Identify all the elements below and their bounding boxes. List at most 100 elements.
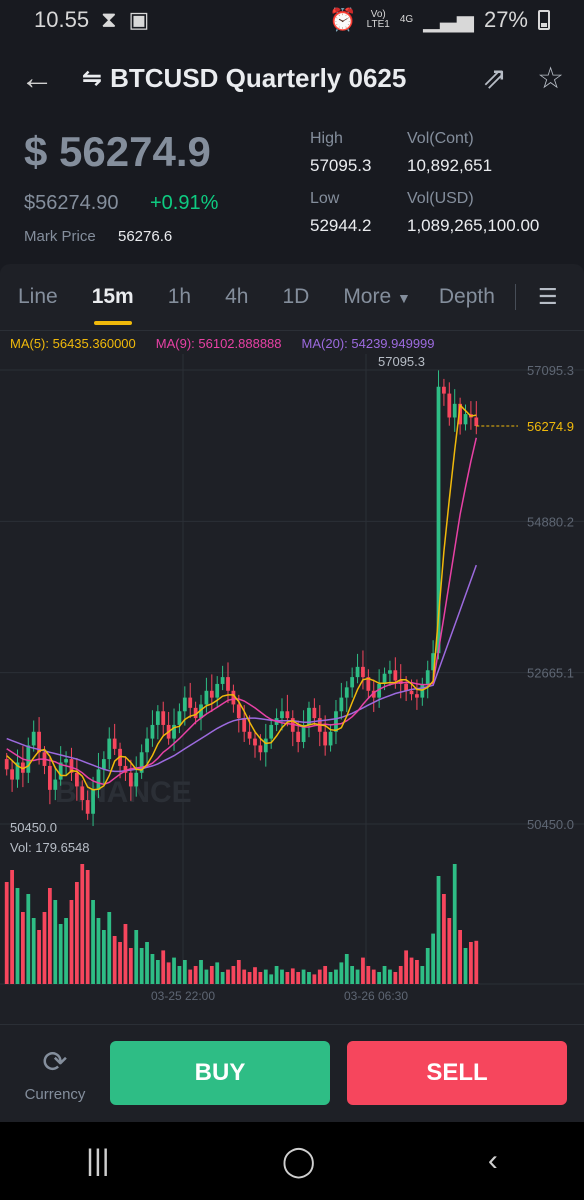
candle-body	[350, 677, 355, 688]
candle-body	[328, 731, 333, 746]
ma20-label: MA(20): 54239.949999	[301, 336, 435, 351]
candle-body	[312, 707, 317, 719]
candle-body	[134, 772, 139, 787]
volume-bar	[398, 966, 403, 984]
candle-body	[47, 765, 52, 790]
volume-bar	[258, 972, 263, 984]
volume-bar	[377, 972, 382, 984]
tab-more[interactable]: More ▼	[343, 285, 411, 309]
volume-bar	[393, 972, 398, 984]
volume-bar	[242, 969, 247, 984]
status-bar: 10.55 ⧗ ▣ ⏰ Vo) LTE1 4G ▁▃▅ 27%	[0, 0, 584, 40]
candle-body	[209, 690, 214, 698]
back-icon[interactable]: ‹	[488, 1144, 498, 1178]
candle-body	[258, 745, 263, 753]
candle-body	[361, 666, 365, 678]
volume-bar	[474, 940, 479, 984]
ma5-line	[6, 403, 477, 791]
candle-body	[31, 731, 36, 746]
last-price-usd: $56274.90	[24, 192, 119, 214]
volume-bar	[469, 942, 473, 984]
tab-1d[interactable]: 1D	[282, 285, 309, 309]
sliders-icon[interactable]: ☰	[538, 284, 558, 310]
volume-bar	[236, 960, 241, 984]
volume-bar	[161, 950, 166, 984]
candle-body	[409, 690, 414, 695]
high-price-label: 57095.3	[378, 354, 425, 369]
data-type-indicator: 4G	[399, 14, 414, 25]
volume-bar	[80, 864, 85, 984]
candle-body	[447, 393, 452, 418]
volume-bar	[139, 948, 144, 984]
tab-1h[interactable]: 1h	[168, 285, 191, 309]
high-value: 57095.3	[310, 156, 372, 175]
buy-button[interactable]: BUY	[110, 1041, 330, 1105]
low-price-label: 50450.0	[10, 820, 57, 835]
candle-body	[155, 711, 160, 725]
volume-bar	[199, 960, 203, 984]
share-icon[interactable]: ⇗	[482, 61, 507, 96]
currency-button[interactable]: ⟳ Currency	[22, 1045, 88, 1103]
volume-bar	[463, 948, 468, 984]
volume-bar	[64, 918, 68, 984]
volume-bar	[134, 930, 139, 984]
volume-bar	[145, 942, 149, 984]
volume-bar	[382, 966, 387, 984]
volume-bar	[328, 972, 333, 984]
signal-icon: ▁▃▅	[423, 7, 474, 32]
y-tick-label: 50450.0	[527, 817, 574, 832]
tab-4h[interactable]: 4h	[225, 285, 248, 309]
candle-body	[4, 759, 9, 770]
candle-body	[161, 711, 166, 725]
candle-body	[85, 800, 90, 814]
back-arrow-icon[interactable]: ←	[20, 59, 60, 98]
ma9-line	[6, 437, 478, 786]
mark-price-value: 56276.6	[118, 228, 173, 245]
home-icon[interactable]: ◯	[282, 1144, 316, 1179]
vol-usd-value: 1,089,265,100.00	[407, 216, 540, 235]
recent-apps-icon[interactable]: |||	[86, 1144, 109, 1178]
tab-divider	[514, 284, 516, 310]
volume-bar	[204, 969, 209, 984]
chart-panel: Line 15m 1h 4h 1D More ▼ Depth ☰ MA(5): …	[0, 264, 584, 1024]
tab-15m[interactable]: 15m	[92, 285, 134, 325]
volume-bar	[350, 966, 355, 984]
candle-body	[112, 738, 117, 749]
candle-body	[91, 789, 95, 814]
volume-bar	[177, 966, 182, 984]
volume-bar	[366, 966, 371, 984]
volume-bar	[112, 936, 117, 984]
battery-icon	[538, 10, 550, 30]
volume-bar	[317, 969, 322, 984]
candle-body	[242, 718, 247, 732]
candle-body	[247, 731, 252, 739]
sell-button[interactable]: SELL	[347, 1041, 567, 1105]
volume-bar	[15, 888, 20, 984]
currency-exchange-icon: ⟳	[42, 1046, 68, 1079]
volume-bar	[420, 966, 425, 984]
volume-bar	[274, 966, 279, 984]
pair-selector[interactable]: ⇋ BTCUSD Quarterly 0625	[82, 63, 406, 94]
candle-body	[323, 731, 328, 746]
candle-body	[80, 786, 85, 801]
volume-bar	[85, 870, 90, 984]
header: ← ⇋ BTCUSD Quarterly 0625 ⇗ ☆	[0, 48, 584, 108]
candlestick-chart[interactable]: BINANCE57095.354880.252665.150450.057095…	[0, 354, 584, 1024]
candle-body	[463, 414, 468, 425]
volume-bar	[220, 972, 225, 984]
tab-depth[interactable]: Depth	[439, 285, 495, 309]
volume-bar	[150, 954, 155, 984]
system-nav-bar: ||| ◯ ‹	[0, 1122, 584, 1200]
tab-line[interactable]: Line	[18, 285, 58, 309]
star-icon[interactable]: ☆	[537, 61, 564, 96]
candle-body	[269, 724, 274, 739]
volume-bar	[388, 969, 392, 984]
battery-percent: 27%	[483, 7, 528, 32]
candle-body	[339, 697, 344, 712]
volume-bar	[452, 864, 457, 984]
volume-bar	[296, 972, 301, 984]
candle-body	[128, 772, 133, 787]
candle-body	[188, 697, 193, 708]
volume-bar	[355, 969, 360, 984]
volume-bar	[447, 918, 452, 984]
